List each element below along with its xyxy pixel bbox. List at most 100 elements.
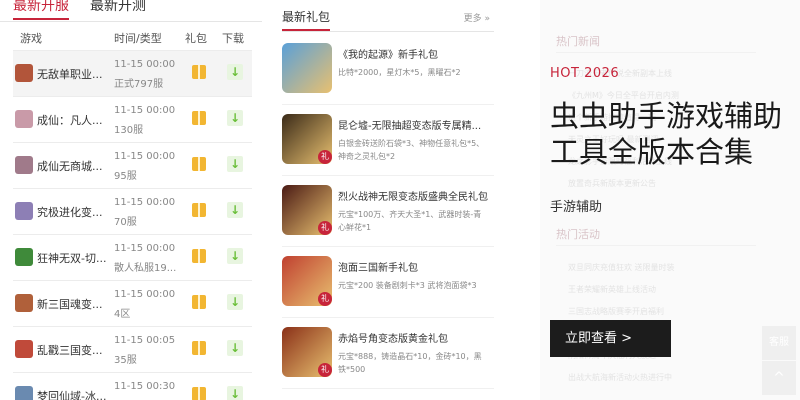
- sidebar-link[interactable]: 王者荣耀新英雄上线活动: [568, 284, 758, 295]
- server-row[interactable]: 成仙：凡人... 11-15 00:00 130服 ↓: [13, 96, 252, 142]
- game-avatar-icon: [15, 386, 33, 400]
- download-icon[interactable]: ↓: [227, 294, 243, 310]
- customer-service-button[interactable]: 客服: [762, 326, 796, 360]
- gift-title[interactable]: 《我的起源》新手礼包: [338, 46, 488, 61]
- open-time: 11-15 00:00: [114, 243, 176, 254]
- server-row[interactable]: 成仙无商城... 11-15 00:00 95服 ↓: [13, 142, 252, 188]
- download-icon[interactable]: ↓: [227, 248, 243, 264]
- header-game: 游戏: [20, 32, 42, 45]
- tab-new-tests[interactable]: 最新开测: [90, 0, 146, 18]
- open-time: 11-15 00:00: [114, 59, 176, 70]
- game-avatar-icon: [15, 202, 33, 220]
- server-row[interactable]: 新三国魂变... 11-15 00:00 4区 ↓: [13, 280, 252, 326]
- promo-kicker: HOT 2026: [550, 66, 620, 81]
- game-name[interactable]: 狂神无双-切...: [37, 250, 121, 266]
- promo-headline: 虫虫助手游戏辅助工具全版本合集: [550, 99, 783, 169]
- server-type: 70服: [114, 217, 137, 228]
- server-row[interactable]: 究极进化变... 11-15 00:00 70服 ↓: [13, 188, 252, 234]
- back-to-top-button[interactable]: ^: [762, 361, 796, 395]
- game-name[interactable]: 新三国魂变...: [37, 296, 121, 312]
- game-avatar-icon: [15, 340, 33, 358]
- game-avatar-icon: [15, 64, 33, 82]
- download-icon[interactable]: ↓: [227, 386, 243, 400]
- server-table-header: 游戏 时间/类型 礼包 下载: [0, 22, 262, 50]
- download-icon[interactable]: ↓: [227, 156, 243, 172]
- gift-title[interactable]: 烈火战神无限变态版盛典全民礼包: [338, 188, 488, 203]
- gift-description: 元宝*100万、齐天大圣*1、武器时装-青心鲜花*1: [338, 210, 482, 232]
- sidebar-link[interactable]: 出战大航海新活动火热进行中: [568, 372, 758, 383]
- gift-icon[interactable]: [192, 295, 206, 309]
- sidebar-heading-events: 热门活动: [556, 228, 600, 241]
- gift-icon[interactable]: [192, 157, 206, 171]
- server-type: 4区: [114, 309, 131, 320]
- server-row[interactable]: 乱戳三国变... 11-15 00:05 35服 ↓: [13, 326, 252, 372]
- gift-more-link[interactable]: 更多 »: [464, 11, 490, 24]
- game-name[interactable]: 梦回仙域-冰...: [37, 388, 121, 400]
- game-name[interactable]: 乱戳三国变...: [37, 342, 121, 358]
- gift-icon[interactable]: [192, 249, 206, 263]
- gift-title[interactable]: 昆仑墟-无限抽超变态版专属精...: [338, 117, 488, 132]
- gift-description: 元宝*200 装备剧刺卡*3 武将泡面袋*3: [338, 281, 477, 290]
- divider: [556, 245, 756, 246]
- header-download: 下载: [222, 32, 244, 45]
- gift-title[interactable]: 赤焰号角变态版黄金礼包: [338, 330, 488, 345]
- server-row[interactable]: 梦回仙域-冰... 11-15 00:30 ↓: [13, 372, 252, 400]
- gift-header: 最新礼包 更多 »: [282, 0, 494, 32]
- download-icon[interactable]: ↓: [227, 110, 243, 126]
- view-now-button[interactable]: 立即查看 >: [550, 320, 671, 357]
- gift-description: 元宝*888，铸造晶石*10，金砖*10，黑铁*500: [338, 352, 482, 374]
- game-avatar-icon: [15, 294, 33, 312]
- sidebar-link[interactable]: 三国志战略版赛季开启福利: [568, 306, 758, 317]
- gift-icon[interactable]: [192, 203, 206, 217]
- game-avatar-icon: [15, 248, 33, 266]
- download-icon[interactable]: ↓: [227, 340, 243, 356]
- gift-icon[interactable]: [192, 65, 206, 79]
- game-name[interactable]: 成仙：凡人...: [37, 112, 121, 128]
- gift-badge-icon: 礼: [318, 150, 332, 164]
- game-name[interactable]: 究极进化变...: [37, 204, 121, 220]
- tab-new-servers[interactable]: 最新开服: [13, 0, 69, 20]
- promo-subtitle: 手游辅助: [550, 200, 603, 215]
- server-list: 无敌单职业... 11-15 00:00 正式797服 ↓ 成仙：凡人... 11-15 …: [13, 50, 252, 400]
- gift-item[interactable]: 礼 烈火战神无限变态版盛典全民礼包元宝*100万、齐天大圣*1、武器时装-青心鲜花…: [282, 176, 494, 247]
- sidebar-heading-news: 热门新闻: [556, 35, 600, 48]
- gift-icon[interactable]: [192, 341, 206, 355]
- gift-badge-icon: 礼: [318, 363, 332, 377]
- game-avatar-icon: [15, 110, 33, 128]
- gift-description: 比特*2000，星灯木*5，黑曜石*2: [338, 68, 461, 77]
- gift-badge-icon: 礼: [318, 221, 332, 235]
- sidebar-link[interactable]: 双旦同庆充值狂欢 送限量时装: [568, 262, 758, 273]
- open-time: 11-15 00:30: [114, 381, 176, 392]
- download-icon[interactable]: ↓: [227, 64, 243, 80]
- gift-item[interactable]: 《我的起源》新手礼包比特*2000，星灯木*5，黑曜石*2: [282, 34, 494, 105]
- server-type: 95服: [114, 171, 137, 182]
- open-time: 11-15 00:00: [114, 151, 176, 162]
- header-time-type: 时间/类型: [114, 32, 162, 45]
- gift-item[interactable]: 礼 泡面三国新手礼包元宝*200 装备剧刺卡*3 武将泡面袋*3: [282, 247, 494, 318]
- server-type: 散人私服19...: [114, 263, 177, 274]
- open-time: 11-15 00:00: [114, 105, 176, 116]
- divider: [556, 52, 756, 53]
- game-thumbnail[interactable]: [282, 43, 332, 93]
- new-server-panel: 最新开服 最新开测 游戏 时间/类型 礼包 下载 无敌单职业... 11-15 0…: [0, 0, 262, 400]
- gift-icon[interactable]: [192, 387, 206, 400]
- open-time: 11-15 00:00: [114, 197, 176, 208]
- server-type: 130服: [114, 125, 144, 136]
- download-icon[interactable]: ↓: [227, 202, 243, 218]
- server-row[interactable]: 无敌单职业... 11-15 00:00 正式797服 ↓: [13, 50, 252, 96]
- gift-panel: 最新礼包 更多 » 《我的起源》新手礼包比特*2000，星灯木*5，黑曜石*2 礼…: [282, 0, 494, 400]
- gift-item[interactable]: 礼 赤焰号角变态版黄金礼包元宝*888，铸造晶石*10，金砖*10，黑铁*500: [282, 318, 494, 389]
- gift-icon[interactable]: [192, 111, 206, 125]
- game-name[interactable]: 无敌单职业...: [37, 66, 121, 82]
- gift-title[interactable]: 泡面三国新手礼包: [338, 259, 488, 274]
- game-avatar-icon: [15, 156, 33, 174]
- server-row[interactable]: 狂神无双-切... 11-15 00:00 散人私服19... ↓: [13, 234, 252, 280]
- open-time: 11-15 00:00: [114, 289, 176, 300]
- sidebar-link[interactable]: 放置奇兵新版本更新公告: [568, 178, 758, 189]
- gift-list: 《我的起源》新手礼包比特*2000，星灯木*5，黑曜石*2 礼 昆仑墟-无限抽超变态…: [282, 34, 494, 389]
- server-type: 正式797服: [114, 79, 164, 90]
- game-name[interactable]: 成仙无商城...: [37, 158, 121, 174]
- gift-badge-icon: 礼: [318, 292, 332, 306]
- gift-item[interactable]: 礼 昆仑墟-无限抽超变态版专属精... 白银金砖送阶石袋*3、神物任意礼包*5、神奇…: [282, 105, 494, 176]
- header-gift: 礼包: [185, 32, 207, 45]
